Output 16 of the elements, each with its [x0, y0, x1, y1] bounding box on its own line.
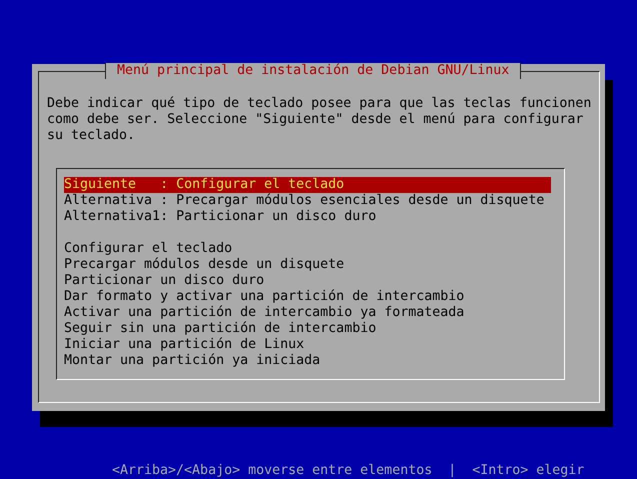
menu-item[interactable]: Siguiente : Configurar el teclado	[64, 177, 551, 193]
footer-hint: <Arriba>/<Abajo> moverse entre elementos	[112, 463, 432, 479]
menu-item[interactable]: Configurar el teclado	[64, 241, 551, 257]
menu-item[interactable]: Precargar módulos desde un disquete	[64, 257, 551, 273]
menu-item[interactable]: Alternativa1: Particionar un disco duro	[64, 209, 551, 225]
menu-item[interactable]: Seguir sin una partición de intercambio	[64, 321, 551, 337]
dialog-title: Menú principal de instalación de Debian GNU/Linux	[105, 63, 522, 79]
menu-item[interactable]: Particionar un disco duro	[64, 273, 551, 289]
menu-item[interactable]: Montar una partición ya iniciada	[64, 353, 551, 369]
menu-item[interactable]: Iniciar una partición de Linux	[64, 337, 551, 353]
footer-hint: <Intro> elegir	[472, 463, 584, 479]
footer-hint: |	[448, 463, 456, 479]
menu-item[interactable]: Dar formato y activar una partición de intercambio	[64, 289, 551, 305]
menu-item[interactable]: Alternativa : Precargar módulos esenciales desde un disquete	[64, 193, 551, 209]
menu-item[interactable]: Activar una partición de intercambio ya formateada	[64, 305, 551, 321]
dialog-message: Debe indicar qué tipo de teclado posee para que las teclas funcionen como debe ser. Seleccione "Siguiente" desde el menú para configurar su teclado.	[47, 96, 592, 144]
